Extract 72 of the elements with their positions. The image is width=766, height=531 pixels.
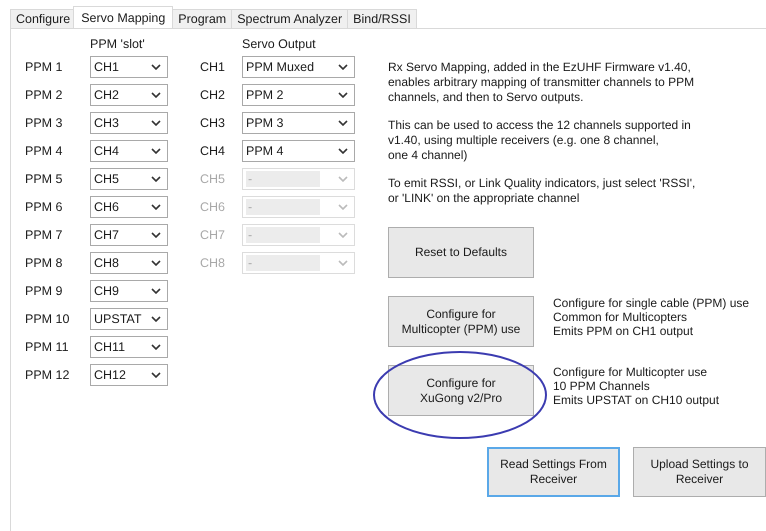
chevron-icon bbox=[338, 120, 348, 126]
chevron-icon bbox=[151, 232, 161, 238]
chevron-icon bbox=[338, 176, 348, 182]
slot-dropdown[interactable]: CH5 bbox=[90, 168, 168, 190]
ppm-label: PPM 5 bbox=[25, 172, 64, 186]
chevron-icon bbox=[151, 176, 161, 182]
slot-dropdown[interactable]: CH3 bbox=[90, 112, 168, 134]
chevron-icon bbox=[151, 344, 161, 350]
chevron-icon bbox=[151, 92, 161, 98]
chevron-icon bbox=[151, 316, 161, 322]
chevron-icon bbox=[151, 120, 161, 126]
preset-button[interactable]: Configure for XuGong v2/Pro bbox=[388, 365, 534, 416]
channel-label: CH5 bbox=[199, 172, 226, 186]
tab[interactable]: Bind/RSSI bbox=[347, 9, 417, 28]
ppm-label: PPM 3 bbox=[25, 116, 64, 130]
ppm-label: PPM 4 bbox=[25, 144, 64, 158]
slot-dropdown[interactable]: UPSTAT bbox=[90, 308, 168, 330]
ppm-label: PPM 12 bbox=[25, 368, 70, 382]
slot-dropdown[interactable]: CH6 bbox=[90, 196, 168, 218]
slot-dropdown[interactable]: CH11 bbox=[90, 336, 168, 358]
servo-dropdown[interactable]: PPM 3 bbox=[242, 112, 355, 134]
chevron-icon bbox=[151, 148, 161, 154]
channel-label: CH7 bbox=[199, 228, 226, 242]
column-header: Servo Output bbox=[242, 37, 317, 53]
ppm-label: PPM 6 bbox=[25, 200, 64, 214]
chevron-icon bbox=[338, 204, 348, 210]
channel-label: CH3 bbox=[199, 116, 226, 130]
chevron-icon bbox=[338, 260, 348, 266]
ppm-label: PPM 10 bbox=[25, 312, 70, 326]
tab[interactable]: Spectrum Analyzer bbox=[231, 9, 348, 28]
chevron-icon bbox=[338, 232, 348, 238]
info-text: Rx Servo Mapping, added in the EzUHF Firmware v1.40, enables arbitrary mapping of transmitter channels to PPM channels, and then to Servo outputs. bbox=[388, 60, 694, 105]
slot-dropdown[interactable]: CH4 bbox=[90, 140, 168, 162]
chevron-icon bbox=[151, 288, 161, 294]
chevron-icon bbox=[151, 372, 161, 378]
slot-dropdown[interactable]: CH8 bbox=[90, 252, 168, 274]
action-button[interactable]: Read Settings From Receiver bbox=[487, 447, 620, 497]
tab[interactable]: Servo Mapping bbox=[73, 6, 174, 28]
action-button[interactable]: Upload Settings to Receiver bbox=[633, 447, 766, 497]
ppm-label: PPM 11 bbox=[25, 340, 70, 354]
servo-dropdown[interactable]: PPM 4 bbox=[242, 140, 355, 162]
channel-label: CH2 bbox=[199, 88, 226, 102]
ppm-label: PPM 9 bbox=[25, 284, 64, 298]
slot-dropdown[interactable]: CH2 bbox=[90, 84, 168, 106]
chevron-icon bbox=[338, 92, 348, 98]
tab[interactable]: Program bbox=[172, 9, 232, 28]
slot-dropdown[interactable]: CH1 bbox=[90, 56, 168, 78]
channel-label: CH6 bbox=[199, 200, 226, 214]
ppm-label: PPM 7 bbox=[25, 228, 64, 242]
preset-button[interactable]: Configure for Multicopter (PPM) use bbox=[388, 296, 534, 347]
chevron-icon bbox=[151, 204, 161, 210]
ppm-label: PPM 1 bbox=[25, 60, 64, 74]
chevron-icon bbox=[151, 64, 161, 70]
preset-description: Configure for single cable (PPM) use Common for Multicopters Emits PPM on CH1 output bbox=[553, 296, 750, 338]
preset-description: Configure for Multicopter use 10 PPM Channels Emits UPSTAT on CH10 output bbox=[553, 365, 720, 407]
slot-dropdown[interactable]: CH7 bbox=[90, 224, 168, 246]
servo-dropdown[interactable]: PPM Muxed bbox=[242, 56, 355, 78]
servo-dropdown[interactable]: PPM 2 bbox=[242, 84, 355, 106]
chevron-icon bbox=[151, 260, 161, 266]
slot-dropdown[interactable]: CH12 bbox=[90, 364, 168, 386]
channel-label: CH8 bbox=[199, 256, 226, 270]
column-header: PPM 'slot' bbox=[90, 37, 146, 53]
info-text: This can be used to access the 12 channels supported in v1.40, using multiple receivers (e.g. one 8 channel, one 4 channel) bbox=[388, 118, 691, 163]
info-text: To emit RSSI, or Link Quality indicators, just select 'RSSI', or 'LINK' on the appropriate channel bbox=[388, 176, 696, 206]
ppm-label: PPM 2 bbox=[25, 88, 64, 102]
slot-dropdown[interactable]: CH9 bbox=[90, 280, 168, 302]
ppm-label: PPM 8 bbox=[25, 256, 64, 270]
chevron-icon bbox=[338, 148, 348, 154]
chevron-icon bbox=[338, 64, 348, 70]
channel-label: CH4 bbox=[199, 144, 226, 158]
reset-button[interactable]: Reset to Defaults bbox=[388, 227, 534, 278]
channel-label: CH1 bbox=[199, 60, 226, 74]
